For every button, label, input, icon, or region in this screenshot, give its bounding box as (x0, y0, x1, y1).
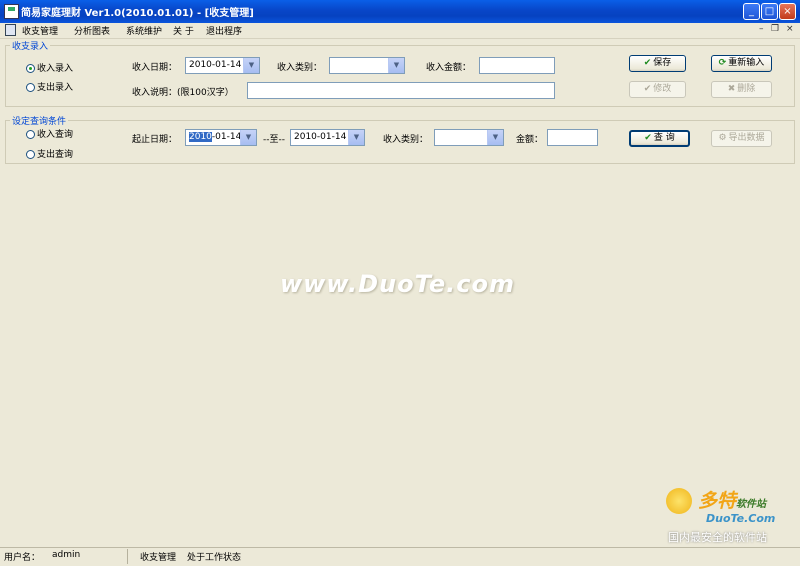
refresh-icon: ⟳ (718, 58, 727, 68)
modify-button-label: 修改 (653, 84, 672, 94)
radio-dot (26, 130, 35, 139)
export-button-label: 导出数据 (728, 133, 765, 143)
menu-bar: 收支管理 分析图表 系统维护 关 于 退出程序 – ❐ × (0, 23, 800, 39)
save-button[interactable]: ✔ 保存 (629, 55, 686, 72)
entry-date-picker[interactable]: 2010-01-14 ▼ (185, 57, 260, 74)
radio-expense-query[interactable]: 支出查询 (26, 147, 73, 160)
query-category-select[interactable]: ▼ (434, 129, 504, 146)
logo-brand-text: 多特 (698, 490, 737, 512)
status-user-label: 用户名： (4, 553, 41, 563)
query-date-label: 起止日期： (132, 135, 178, 145)
mdi-restore-button[interactable]: ❐ (771, 24, 779, 34)
radio-expense-query-label: 支出查询 (37, 150, 74, 160)
save-button-label: 保存 (653, 58, 672, 68)
checkmark-icon: ✔ (643, 58, 652, 68)
watermark: www.DuoTe.com (280, 270, 515, 298)
chevron-down-icon[interactable]: ▼ (388, 58, 404, 73)
query-to-label: --至-- (263, 135, 285, 145)
entry-date-label: 收入日期： (132, 63, 178, 73)
menu-exit[interactable]: 退出程序 (206, 24, 242, 37)
menu-maintenance[interactable]: 系统维护 (126, 24, 162, 37)
close-button[interactable]: × (779, 3, 796, 20)
radio-dot-checked (26, 64, 35, 73)
delete-icon: ✖ (727, 84, 736, 94)
entry-amount-label: 收入金额： (426, 63, 472, 73)
checkmark-icon: ✔ (644, 133, 652, 143)
radio-income-entry[interactable]: 收入录入 (26, 61, 73, 74)
mdi-minimize-button[interactable]: – (759, 24, 764, 34)
mascot-icon (666, 488, 692, 514)
chevron-down-icon[interactable]: ▼ (487, 130, 503, 145)
minimize-button[interactable]: _ (743, 3, 760, 20)
checkmark-icon: ✔ (643, 84, 652, 94)
query-group-legend: 设定查询条件 (10, 114, 69, 127)
radio-expense-entry-label: 支出录入 (37, 83, 74, 93)
chevron-down-icon[interactable]: ▼ (240, 130, 256, 145)
query-category-label: 收入类别： (383, 135, 429, 145)
query-amount-label: 金额： (516, 135, 544, 145)
export-button[interactable]: ⚙ 导出数据 (711, 130, 772, 147)
logo-brand: 多特软件站 (698, 486, 766, 513)
modify-button[interactable]: ✔ 修改 (629, 81, 686, 98)
query-date-to-value: 2010-01-14 (294, 132, 347, 142)
search-button-label: 查 询 (653, 133, 675, 143)
status-bar: 用户名： admin 收支管理 处于工作状态 (0, 547, 800, 566)
duote-logo: 多特软件站 DuoTe.Com 国内最安全的软件站 (666, 486, 796, 548)
menu-income-expense[interactable]: 收支管理 (22, 24, 58, 37)
window-title: 简易家庭理财 Ver1.0(2010.01.01) - [收支管理] (21, 8, 254, 19)
entry-category-label: 收入类别： (277, 63, 323, 73)
entry-amount-input[interactable] (479, 57, 555, 74)
entry-desc-label: 收入说明：(限100汉字） (132, 88, 234, 98)
export-icon: ⚙ (718, 133, 727, 143)
entry-date-value: 2010-01-14 (189, 60, 242, 70)
entry-category-select[interactable]: ▼ (329, 57, 405, 74)
search-button[interactable]: ✔ 查 询 (629, 130, 690, 147)
mdi-child-icon[interactable] (5, 24, 16, 36)
query-date-to-picker[interactable]: 2010-01-14 ▼ (290, 129, 365, 146)
status-separator (127, 549, 128, 564)
query-date-from-rest: -01-14 (211, 132, 242, 142)
menu-charts[interactable]: 分析图表 (74, 24, 110, 37)
chevron-down-icon[interactable]: ▼ (243, 58, 259, 73)
entry-desc-input[interactable] (247, 82, 555, 99)
reset-button-label: 重新输入 (728, 58, 765, 68)
reset-button[interactable]: ⟳ 重新输入 (711, 55, 772, 72)
radio-dot (26, 83, 35, 92)
logo-site: DuoTe.Com (706, 512, 776, 525)
radio-income-query-label: 收入查询 (37, 130, 74, 140)
radio-income-entry-label: 收入录入 (37, 64, 74, 74)
status-module: 收支管理 (140, 553, 177, 563)
chevron-down-icon[interactable]: ▼ (348, 130, 364, 145)
logo-slogan: 国内最安全的软件站 (668, 531, 767, 544)
logo-brand-small: 软件站 (736, 499, 767, 510)
delete-button-label: 删除 (737, 84, 756, 94)
radio-expense-entry[interactable]: 支出录入 (26, 80, 73, 93)
title-bar: 简易家庭理财 Ver1.0(2010.01.01) - [收支管理] _ □ × (0, 0, 800, 23)
menu-about[interactable]: 关 于 (173, 24, 194, 37)
status-state: 处于工作状态 (187, 553, 242, 563)
radio-dot (26, 150, 35, 159)
delete-button[interactable]: ✖ 删除 (711, 81, 772, 98)
mdi-close-button[interactable]: × (786, 24, 794, 34)
query-date-from-picker[interactable]: 2010-01-14 ▼ (185, 129, 257, 146)
maximize-button[interactable]: □ (761, 3, 778, 20)
query-amount-input[interactable] (547, 129, 598, 146)
app-icon (4, 4, 19, 19)
query-date-from-year: 2010 (189, 132, 212, 142)
status-user: admin (52, 550, 81, 560)
radio-income-query[interactable]: 收入查询 (26, 127, 73, 140)
entry-group-legend: 收支录入 (10, 39, 51, 52)
